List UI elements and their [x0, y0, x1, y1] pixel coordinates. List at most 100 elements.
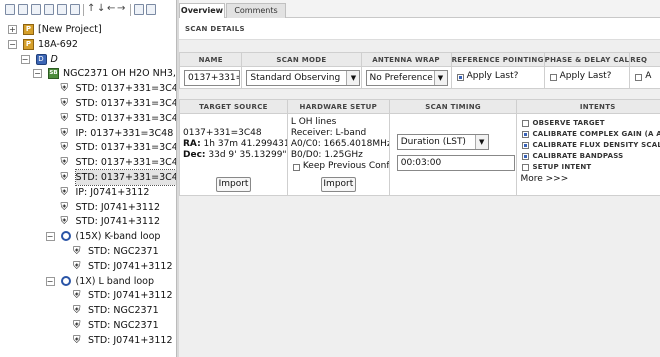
tree-node[interactable]: ⛨ STD: 0137+331=3C48: [0, 96, 184, 111]
tree-node[interactable]: + P [New Project]: [0, 22, 176, 37]
phase-delay-cell: Apply Last?: [543, 66, 631, 89]
loop-icon: [60, 275, 71, 286]
more-intents-link[interactable]: More >>>: [520, 174, 568, 185]
tree-node[interactable]: ⛨ STD: J0741+3112: [0, 333, 176, 348]
tree-node[interactable]: ⛨ STD: J0741+3112: [0, 288, 176, 303]
target-ra: RA: 1h 37m 41.299431s: [183, 139, 286, 150]
scan-icon: ⛨: [60, 172, 69, 183]
expand-all-icon[interactable]: [134, 4, 144, 15]
tree-node-label: IP: J0741+3112: [75, 186, 150, 198]
tree-node[interactable]: ⛨ STD: 0137+331=3C48: [0, 155, 184, 170]
tree-node[interactable]: ⛨ STD: NGC2371: [0, 318, 176, 333]
reference-pointing-label: Apply Last?: [466, 71, 519, 81]
antenna-wrap-select[interactable]: No Preference ▼: [365, 70, 448, 86]
req-label: A: [645, 71, 652, 81]
collapse-toggle-icon[interactable]: −: [8, 39, 17, 49]
tree-node-label: STD: 0137+331=3C48: [75, 112, 184, 124]
antenna-wrap-value: No Preference: [369, 73, 433, 83]
move-right-icon[interactable]: →: [117, 4, 127, 15]
req-checkbox[interactable]: [635, 74, 643, 81]
intent-flux-density-checkbox[interactable]: [522, 142, 530, 149]
tree-node-label: STD: NGC2371: [88, 305, 159, 317]
tree-node[interactable]: − (15X) K-band loop: [0, 229, 176, 244]
target-name: 0137+331=3C48: [183, 128, 262, 138]
scan-icon: ⛨: [60, 98, 69, 109]
collapse-toggle-icon[interactable]: −: [20, 54, 30, 64]
keep-previous-label: Keep Previous Conf.: [302, 161, 390, 171]
antenna-wrap-cell: No Preference ▼: [360, 66, 452, 89]
collapse-toggle-icon[interactable]: −: [45, 232, 55, 242]
tree-node[interactable]: ⛨ STD: 0137+331=3C48: [0, 81, 184, 96]
reference-pointing-cell: Apply Last?: [450, 66, 545, 89]
tree-node[interactable]: ⛨ STD: J0741+3112: [0, 214, 176, 229]
move-down-icon[interactable]: ↓: [97, 4, 107, 15]
tree-toolbar: ↑ ↓ ← →: [0, 0, 176, 20]
move-up-icon[interactable]: ↑: [87, 4, 97, 15]
intent-complex-gain-checkbox[interactable]: [522, 131, 530, 138]
intent-bandpass-checkbox[interactable]: [522, 153, 530, 160]
collapse-toggle-icon[interactable]: −: [33, 69, 42, 79]
tree-node-label: NGC2371 OH H2O NH3, 00: [63, 68, 192, 80]
tree-node[interactable]: ⛨ IP: 0137+331=3C48: [0, 126, 176, 141]
keep-previous-checkbox[interactable]: [292, 164, 300, 171]
scan-name-input[interactable]: 0137+331=3C48: [184, 70, 240, 86]
expand-toggle-icon[interactable]: +: [8, 25, 17, 34]
scan-icon: ⛨: [60, 201, 69, 213]
collapse-all-icon[interactable]: [146, 4, 156, 15]
timing-mode-value: Duration (LST): [400, 137, 466, 147]
tree-node-label: STD: J0741+3112: [75, 201, 160, 213]
header-scan-mode: SCAN MODE: [241, 52, 362, 67]
header-name: NAME: [178, 52, 243, 67]
tree-node[interactable]: ⛨ STD: 0137+331=3C48: [0, 111, 184, 126]
intent-setup-checkbox[interactable]: [522, 164, 530, 171]
scan-timing-cell: Duration (LST) ▼ 00:03:00: [388, 113, 518, 196]
new-item-icon[interactable]: [5, 4, 15, 15]
duration-input[interactable]: 00:03:00: [396, 155, 515, 171]
tree-node-label: STD: J0741+3112: [88, 334, 173, 346]
tree-node-label: (1X) L band loop: [75, 275, 155, 287]
scan-icon: ⛨: [60, 142, 69, 154]
import-source-button[interactable]: Import: [216, 177, 251, 192]
intent-setup-label: SETUP INTENT: [532, 163, 592, 171]
intents-cell: OBSERVE TARGET CALIBRATE COMPLEX GAIN (A…: [516, 113, 660, 196]
header-req: REQ: [629, 52, 660, 67]
tree-node[interactable]: ⛨ STD: NGC2371: [0, 303, 176, 318]
tree-node[interactable]: ⛨ STD: 0137+331=3C48: [0, 169, 185, 186]
tree-node[interactable]: − P 18A-692: [0, 37, 176, 52]
header-reference-pointing: REFERENCE POINTING: [450, 52, 545, 67]
collapse-toggle-icon[interactable]: −: [45, 276, 55, 286]
tree-node[interactable]: ⛨ IP: J0741+3112: [0, 185, 176, 200]
intent-complex-gain-label: CALIBRATE COMPLEX GAIN (A AN: [532, 130, 660, 138]
tab-overview[interactable]: Overview: [179, 3, 225, 19]
section-title: SCAN DETAILS: [179, 18, 660, 40]
tree-node[interactable]: − (1X) L band loop: [0, 274, 176, 289]
dec-value: 33d 9' 35.13299": [208, 150, 287, 160]
name-cell: 0137+331=3C48: [178, 66, 243, 89]
tree-node[interactable]: ⛨ STD: J0741+3112: [0, 259, 176, 274]
new-folder-icon[interactable]: [18, 4, 28, 15]
reference-pointing-checkbox[interactable]: [456, 74, 464, 81]
phase-delay-checkbox[interactable]: [549, 74, 557, 81]
tree-node[interactable]: ⛨ STD: J0741+3112: [0, 200, 176, 215]
import-hardware-button[interactable]: Import: [320, 177, 356, 192]
hardware-line-1: L OH lines: [290, 117, 337, 127]
delete-icon[interactable]: [70, 4, 80, 15]
intent-observe-target-checkbox[interactable]: [522, 120, 530, 127]
tree-node[interactable]: − D D: [0, 52, 176, 67]
header-phase-delay-cal: PHASE & DELAY CAL: [543, 52, 631, 67]
timing-mode-select[interactable]: Duration (LST) ▼: [396, 134, 489, 150]
scan-icon: ⛨: [73, 260, 81, 272]
new-scan-icon[interactable]: [31, 4, 41, 15]
move-left-icon[interactable]: ←: [107, 4, 117, 15]
tree-node[interactable]: ⛨ STD: 0137+331=3C48: [0, 140, 184, 155]
schedule-icon: D: [35, 53, 47, 65]
copy-icon[interactable]: [44, 4, 54, 15]
tab-comments[interactable]: Comments: [226, 3, 286, 18]
toolbar-separator: [130, 4, 131, 16]
ra-label: RA:: [183, 139, 201, 149]
tree-node[interactable]: − SB NGC2371 OH H2O NH3, 00: [0, 66, 191, 81]
scan-mode-select[interactable]: Standard Observing ▼: [246, 70, 360, 86]
target-source-cell: 0137+331=3C48 RA: 1h 37m 41.299431s Dec:…: [179, 113, 288, 196]
paste-icon[interactable]: [57, 4, 67, 15]
tree-node[interactable]: ⛨ STD: NGC2371: [0, 244, 176, 259]
